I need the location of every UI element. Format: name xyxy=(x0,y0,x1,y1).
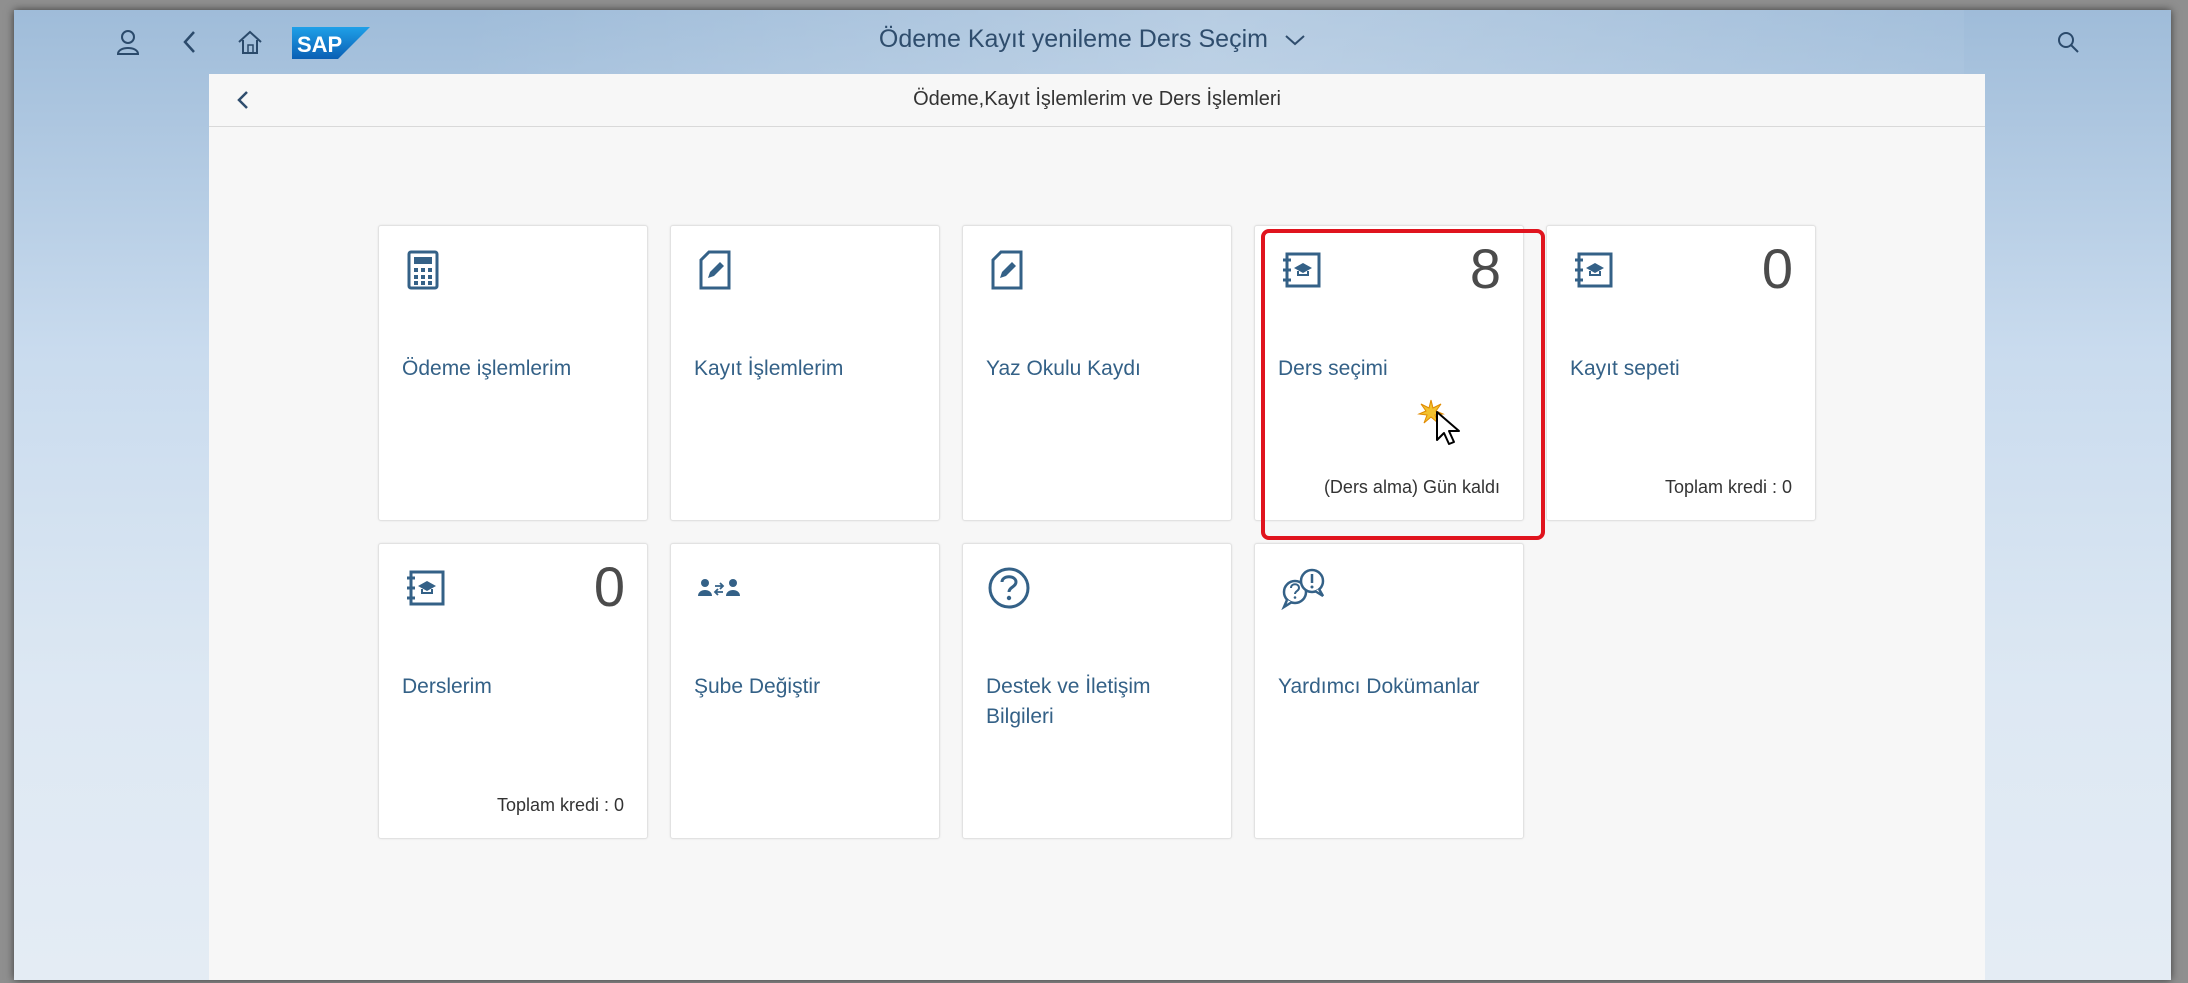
browser-frame: SAP Ödeme Kayıt yenileme Ders Seçim Ödem… xyxy=(14,10,2171,980)
tile-odeme-islemlerim[interactable]: Ödeme işlemlerim xyxy=(378,225,648,521)
chevron-down-icon[interactable] xyxy=(1278,27,1306,52)
switch-groups-icon xyxy=(695,566,740,610)
tile-count: 0 xyxy=(1761,237,1793,300)
tile-destek-iletisim[interactable]: Destek ve İletişim Bilgileri xyxy=(962,543,1232,839)
shell-title-menu[interactable]: Ödeme Kayıt yenileme Ders Seçim xyxy=(14,25,2171,54)
page-title: Ödeme,Kayıt İşlemlerim ve Ders İşlemleri xyxy=(913,88,1281,110)
search-icon[interactable] xyxy=(2050,24,2086,60)
tile-title: Ders seçimi xyxy=(1278,357,1388,380)
tile-title: Yaz Okulu Kaydı xyxy=(986,357,1141,380)
tile-title: Kayıt İşlemlerim xyxy=(694,357,844,380)
tile-derslerim[interactable]: 0 Derslerim Toplam kredi : 0 xyxy=(378,543,648,839)
tile-title: Ödeme işlemlerim xyxy=(402,357,572,380)
tile-title: Destek ve İletişim Bilgileri xyxy=(986,675,1151,728)
edit-document-icon xyxy=(695,248,735,292)
tile-footer: (Ders alma) Gün kaldı xyxy=(1323,477,1500,497)
tile-footer: Toplam kredi : 0 xyxy=(1664,477,1792,497)
edit-document-icon xyxy=(987,248,1027,292)
tile-title: Şube Değiştir xyxy=(694,675,821,698)
tile-kayit-islemlerim[interactable]: Kayıt İşlemlerim xyxy=(670,225,940,521)
tile-title: Derslerim xyxy=(402,675,492,698)
shell-title[interactable]: Ödeme Kayıt yenileme Ders Seçim xyxy=(879,25,1268,53)
tile-title: Yardımcı Dokümanlar xyxy=(1278,675,1480,698)
tile-yaz-okulu-kaydi[interactable]: Yaz Okulu Kaydı xyxy=(962,225,1232,521)
page-header: Ödeme,Kayıt İşlemlerim ve Ders İşlemleri xyxy=(209,74,1985,127)
tile-kayit-sepeti[interactable]: 0 Kayıt sepeti Toplam kredi : 0 xyxy=(1546,225,1816,521)
calculator-icon xyxy=(403,248,443,292)
shell-bar: SAP Ödeme Kayıt yenileme Ders Seçim xyxy=(14,10,2171,74)
tile-sube-degistir[interactable]: Şube Değiştir xyxy=(670,543,940,839)
course-book-icon xyxy=(1279,248,1321,292)
tile-ders-secimi[interactable]: 8 Ders seçimi (Ders alma) Gün kaldı xyxy=(1254,225,1524,521)
course-book-icon xyxy=(403,566,445,610)
question-icon xyxy=(987,566,1030,610)
tile-yardimci-dokumanlar[interactable]: Yardımcı Dokümanlar xyxy=(1254,543,1524,839)
discussion-icon xyxy=(1279,566,1325,611)
tile-footer: Toplam kredi : 0 xyxy=(496,795,624,815)
tile-count: 8 xyxy=(1469,237,1501,300)
course-book-icon xyxy=(1571,248,1613,292)
tile-title: Kayıt sepeti xyxy=(1570,357,1680,380)
page-container: Ödeme,Kayıt İşlemlerim ve Ders İşlemleri xyxy=(209,74,1985,980)
tile-count: 0 xyxy=(593,555,625,618)
